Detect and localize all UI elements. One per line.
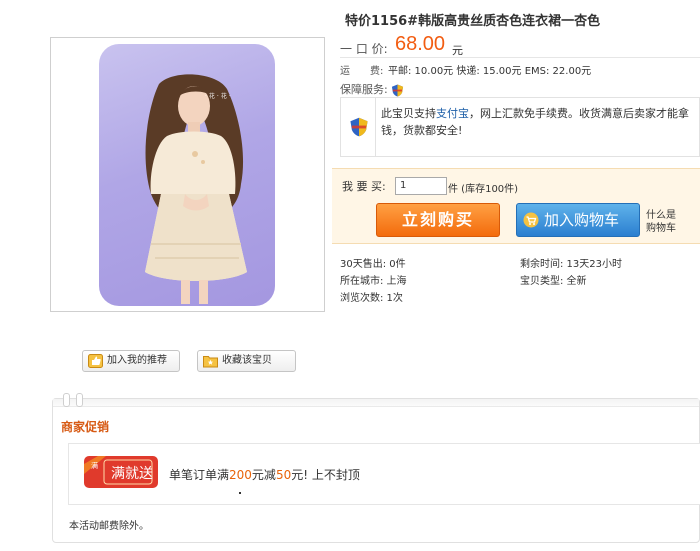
promo-threshold: 200: [229, 468, 252, 482]
shield-icon[interactable]: [391, 83, 404, 97]
buy-now-button[interactable]: 立刻购买: [376, 203, 500, 237]
cart-icon: [523, 212, 539, 228]
seller-city: 所在城市: 上海: [340, 276, 407, 287]
image-decoration-text: ·花·花·: [205, 93, 233, 100]
price-label: 一 口 价:: [340, 42, 388, 56]
shipping-row: 运 费: 平邮: 10.00元 快递: 15.00元 EMS: 22.00元: [340, 62, 591, 77]
buy-panel: 我 要 买: 1 件 (库存100件) 立刻购买 加入购物车 什么是 购物车: [332, 168, 700, 244]
promo-title: 商家促销: [61, 420, 110, 434]
badge-text: 满就送: [111, 466, 153, 482]
add-recommendation-button[interactable]: 加入我的推荐: [82, 350, 180, 372]
favorite-item-button[interactable]: 收藏该宝贝: [197, 350, 296, 372]
quantity-label: 我 要 买:: [342, 180, 386, 193]
price-value: 68.00: [395, 33, 446, 55]
promo-text-prefix: 单笔订单满: [169, 468, 230, 482]
alipay-text: 此宝贝支持支付宝，网上汇款免手续费。收货满意后卖家才能拿钱，货款都安全!: [381, 105, 699, 139]
shipping-label: 运 费:: [340, 66, 384, 77]
promo-text-suffix: 元! 上不封顶: [291, 468, 360, 482]
guarantee-label: 保障服务:: [340, 83, 388, 96]
what-is-cart-line2: 购物车: [646, 223, 676, 234]
guarantee-row: 保障服务:: [340, 81, 404, 97]
shipping-fees: 平邮: 10.00元 快递: 15.00元 EMS: 22.00元: [388, 66, 592, 77]
remaining-time: 剩余时间: 13天23小时: [520, 259, 622, 270]
security-shield-icon: [350, 117, 368, 137]
sold-30-days: 30天售出: 0件: [340, 259, 406, 270]
promo-header-bar: [53, 399, 699, 407]
divider: [340, 57, 700, 58]
promo-offer: 满 满就送 单笔订单满200元减50元! 上不封顶: [68, 443, 700, 505]
promo-note: 本活动邮费除外。: [69, 521, 149, 532]
promo-discount: 50: [275, 468, 292, 482]
what-is-cart-line1: 什么是: [646, 210, 676, 221]
notice-separator: [375, 98, 376, 156]
promo-description: 单笔订单满200元减50元! 上不封顶: [169, 466, 360, 483]
folder-star-icon: [203, 356, 218, 368]
seller-promotion-panel: 商家促销 满 满就送 单笔订单满200元减50元! 上不封顶 本活动邮费除外。: [52, 393, 700, 543]
stock-info: 件 (库存100件): [448, 184, 519, 195]
panel-tabs: [63, 393, 87, 407]
product-image[interactable]: ·花·花·: [99, 44, 275, 306]
thumbs-up-icon: [88, 354, 103, 368]
add-to-cart-label: 加入购物车: [544, 211, 620, 229]
alipay-prefix: 此宝贝支持: [381, 107, 436, 120]
what-is-cart-link[interactable]: 什么是 购物车: [646, 209, 676, 235]
alipay-link[interactable]: 支付宝: [436, 107, 469, 120]
quantity-input[interactable]: 1: [395, 177, 447, 195]
alipay-notice: 此宝贝支持支付宝，网上汇款免手续费。收货满意后卖家才能拿钱，货款都安全!: [340, 97, 700, 157]
dot-mark: [239, 492, 241, 494]
product-title: 特价1156#韩版高贵丝质杏色连衣裙一杏色: [345, 14, 601, 29]
promo-text-mid: 元减: [251, 468, 276, 482]
price-unit: 元: [452, 44, 463, 57]
dress-model-photo-icon: [145, 74, 247, 304]
add-to-cart-button[interactable]: 加入购物车: [516, 203, 640, 237]
view-count: 浏览次数: 1次: [340, 293, 403, 304]
favorite-item-label: 收藏该宝贝: [222, 355, 272, 366]
add-recommendation-label: 加入我的推荐: [107, 355, 167, 366]
product-image-frame[interactable]: ·花·花·: [50, 37, 325, 312]
item-type: 宝贝类型: 全新: [520, 276, 587, 287]
badge-small-text: 满: [91, 462, 98, 470]
